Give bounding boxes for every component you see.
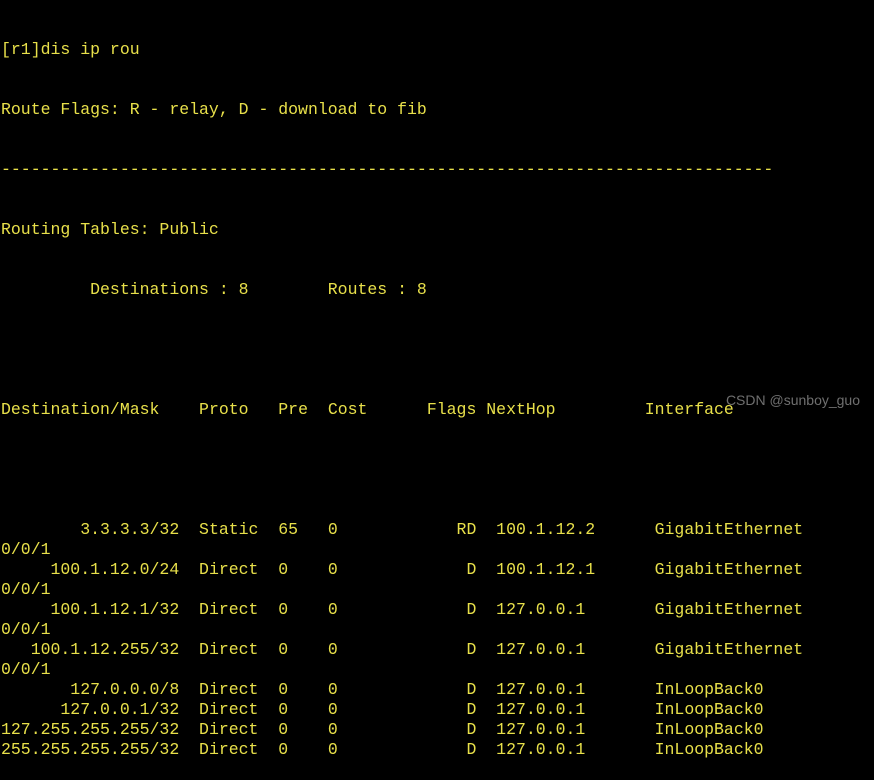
routes-count: Routes : 8: [327, 280, 427, 299]
table-row: 127.0.0.1/32 Direct 0 0 D 127.0.0.1 InLo…: [1, 700, 874, 720]
separator-line: ----------------------------------------…: [1, 160, 774, 179]
route-flags: D: [446, 720, 477, 739]
route-interface: InLoopBack0: [654, 680, 764, 699]
route-pre: 0: [278, 640, 308, 659]
route-interface: InLoopBack0: [654, 720, 764, 739]
route-flags: D: [446, 600, 477, 619]
route-flags: D: [446, 700, 477, 719]
route-cost: 0: [327, 720, 368, 739]
header-proto: Proto: [199, 400, 249, 419]
table-row: 100.1.12.0/24 Direct 0 0 D 100.1.12.1 Gi…: [1, 560, 874, 580]
route-cost: 0: [327, 680, 368, 699]
route-flags: D: [446, 560, 477, 579]
route-cost: 0: [327, 600, 368, 619]
table-row: 255.255.255.255/32 Direct 0 0 D 127.0.0.…: [1, 740, 874, 760]
route-proto: Direct: [199, 560, 259, 579]
table-row: 127.0.0.0/8 Direct 0 0 D 127.0.0.1 InLoo…: [1, 680, 874, 700]
route-interface-continuation: 0/0/1: [1, 540, 51, 559]
route-table-body: 3.3.3.3/32 Static 65 0 RD 100.1.12.2 Gig…: [0, 520, 874, 760]
route-flags: D: [446, 640, 477, 659]
summary-line: Destinations : 8 Routes : 8: [1, 280, 874, 300]
header-destination: Destination/Mask: [1, 400, 160, 419]
routing-tables-label: Routing Tables: Public: [1, 220, 219, 239]
route-interface: GigabitEthernet: [654, 600, 804, 619]
header-nexthop: NextHop: [486, 400, 556, 419]
route-nexthop: 127.0.0.1: [496, 740, 655, 759]
route-destination: 3.3.3.3/32: [1, 520, 180, 539]
table-row: 127.255.255.255/32 Direct 0 0 D 127.0.0.…: [1, 720, 874, 740]
route-pre: 0: [278, 700, 308, 719]
route-flags: RD: [446, 520, 477, 539]
route-destination: 100.1.12.1/32: [1, 600, 180, 619]
route-pre: 0: [278, 740, 308, 759]
route-nexthop: 127.0.0.1: [496, 600, 655, 619]
route-destination: 127.0.0.0/8: [1, 680, 180, 699]
terminal-window[interactable]: [r1]dis ip rou Route Flags: R - relay, D…: [0, 0, 874, 759]
route-pre: 0: [278, 560, 308, 579]
route-pre: 0: [278, 720, 308, 739]
route-proto: Direct: [199, 600, 259, 619]
route-cost: 0: [327, 560, 368, 579]
table-row: 100.1.12.1/32 Direct 0 0 D 127.0.0.1 Gig…: [1, 600, 874, 620]
route-nexthop: 100.1.12.1: [496, 560, 655, 579]
route-interface-continuation: 0/0/1: [1, 660, 51, 679]
route-nexthop: 127.0.0.1: [496, 680, 655, 699]
route-cost: 0: [327, 520, 368, 539]
route-proto: Direct: [199, 740, 259, 759]
route-flags-legend: Route Flags: R - relay, D - download to …: [1, 100, 427, 119]
route-proto: Direct: [199, 680, 259, 699]
route-destination: 100.1.12.255/32: [1, 640, 180, 659]
header-cost: Cost: [327, 400, 368, 419]
route-pre: 0: [278, 600, 308, 619]
route-interface-continuation: 0/0/1: [1, 620, 51, 639]
route-flags: D: [446, 740, 477, 759]
route-nexthop: 127.0.0.1: [496, 700, 655, 719]
route-proto: Direct: [199, 700, 259, 719]
header-flags: Flags: [426, 400, 477, 419]
destinations-count: Destinations : 8: [90, 280, 249, 299]
route-destination: 255.255.255.255/32: [1, 740, 180, 759]
route-interface: GigabitEthernet: [654, 520, 804, 539]
watermark: CSDN @sunboy_guo: [725, 392, 860, 408]
route-destination: 127.255.255.255/32: [1, 720, 180, 739]
header-pre: Pre: [278, 400, 308, 419]
route-interface: GigabitEthernet: [654, 560, 804, 579]
route-cost: 0: [327, 640, 368, 659]
route-proto: Direct: [199, 640, 259, 659]
command-line: [r1]dis ip rou: [1, 40, 140, 59]
route-nexthop: 127.0.0.1: [496, 640, 655, 659]
table-row: 100.1.12.255/32 Direct 0 0 D 127.0.0.1 G…: [1, 640, 874, 660]
header-interface: Interface: [644, 400, 734, 419]
route-nexthop: 100.1.12.2: [496, 520, 655, 539]
route-interface: InLoopBack0: [654, 740, 764, 759]
route-destination: 127.0.0.1/32: [1, 700, 180, 719]
route-cost: 0: [327, 740, 368, 759]
route-interface-continuation: 0/0/1: [1, 580, 51, 599]
route-flags: D: [446, 680, 477, 699]
route-interface: GigabitEthernet: [654, 640, 804, 659]
route-proto: Static: [199, 520, 259, 539]
table-row: 3.3.3.3/32 Static 65 0 RD 100.1.12.2 Gig…: [1, 520, 874, 540]
route-pre: 0: [278, 680, 308, 699]
route-interface: InLoopBack0: [654, 700, 764, 719]
route-proto: Direct: [199, 720, 259, 739]
route-pre: 65: [278, 520, 308, 539]
route-cost: 0: [327, 700, 368, 719]
route-destination: 100.1.12.0/24: [1, 560, 180, 579]
route-nexthop: 127.0.0.1: [496, 720, 655, 739]
